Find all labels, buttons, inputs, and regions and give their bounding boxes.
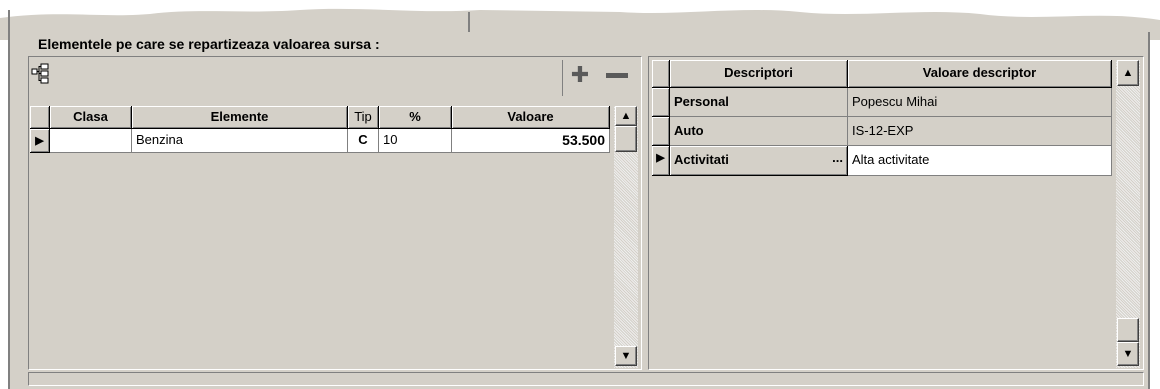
tree-view-button[interactable]: [30, 62, 52, 84]
descriptor-name-cell-active[interactable]: Activitati ...: [670, 146, 848, 176]
remove-row-button[interactable]: [602, 63, 632, 87]
right-scroll-up-button[interactable]: ▲: [1117, 60, 1139, 86]
col-header-descriptori[interactable]: Descriptori: [670, 60, 848, 88]
arrow-down-icon: ▼: [1122, 348, 1134, 360]
descriptor-value-cell[interactable]: Alta activitate: [848, 146, 1112, 176]
minus-icon: [606, 73, 628, 78]
add-row-button[interactable]: ✚: [568, 63, 592, 87]
descriptor-value-cell[interactable]: IS-12-EXP: [848, 117, 1112, 146]
descriptor-name-text: Activitati: [674, 152, 729, 167]
plus-icon: ✚: [570, 62, 590, 87]
col-header-procent[interactable]: %: [379, 106, 452, 129]
arrow-down-icon: ▼: [620, 350, 632, 362]
col-header-elemente[interactable]: Elemente: [132, 106, 348, 129]
col-header-tip[interactable]: Tip: [348, 106, 379, 129]
descriptor-indicator-header: [652, 60, 670, 88]
row-indicator: [652, 117, 670, 146]
arrow-up-icon: ▲: [620, 110, 632, 122]
col-header-clasa[interactable]: Clasa: [50, 106, 132, 129]
row-pointer: ▶: [30, 129, 50, 153]
right-scroll-down-button[interactable]: ▼: [1117, 342, 1139, 366]
left-scroll-down-button[interactable]: ▼: [615, 346, 637, 366]
row-indicator-header: [30, 106, 50, 129]
toolbar-separator: [562, 60, 563, 96]
left-scroll-thumb[interactable]: [615, 126, 637, 152]
arrow-up-icon: ▲: [1122, 67, 1134, 79]
row-pointer: ▶: [652, 146, 670, 176]
row-indicator: [652, 88, 670, 117]
cell-valoare[interactable]: 53.500: [452, 129, 610, 153]
descriptor-name-cell[interactable]: Personal: [670, 88, 848, 117]
cell-tip[interactable]: C: [348, 129, 379, 153]
left-scroll-up-button[interactable]: ▲: [615, 106, 637, 126]
descriptor-name-cell[interactable]: Auto: [670, 117, 848, 146]
tree-structure-icon: [31, 63, 49, 84]
row-pointer-icon: ▶: [35, 135, 44, 147]
section-title: Elementele pe care se repartizeaza valoa…: [38, 36, 380, 52]
row-pointer-icon: ▶: [656, 152, 665, 164]
ellipsis-button[interactable]: ...: [832, 146, 843, 172]
right-scroll-thumb[interactable]: [1117, 318, 1139, 342]
bottom-status-strip: [28, 372, 1144, 386]
col-header-valoare-descriptor[interactable]: Valoare descriptor: [848, 60, 1112, 88]
cell-clasa[interactable]: [50, 129, 132, 153]
cell-elemente[interactable]: Benzina: [132, 129, 348, 153]
descriptor-value-cell[interactable]: Popescu Mihai: [848, 88, 1112, 117]
cell-procent[interactable]: 10: [379, 129, 452, 153]
col-header-valoare[interactable]: Valoare: [452, 106, 610, 129]
elements-grid: [28, 56, 642, 370]
